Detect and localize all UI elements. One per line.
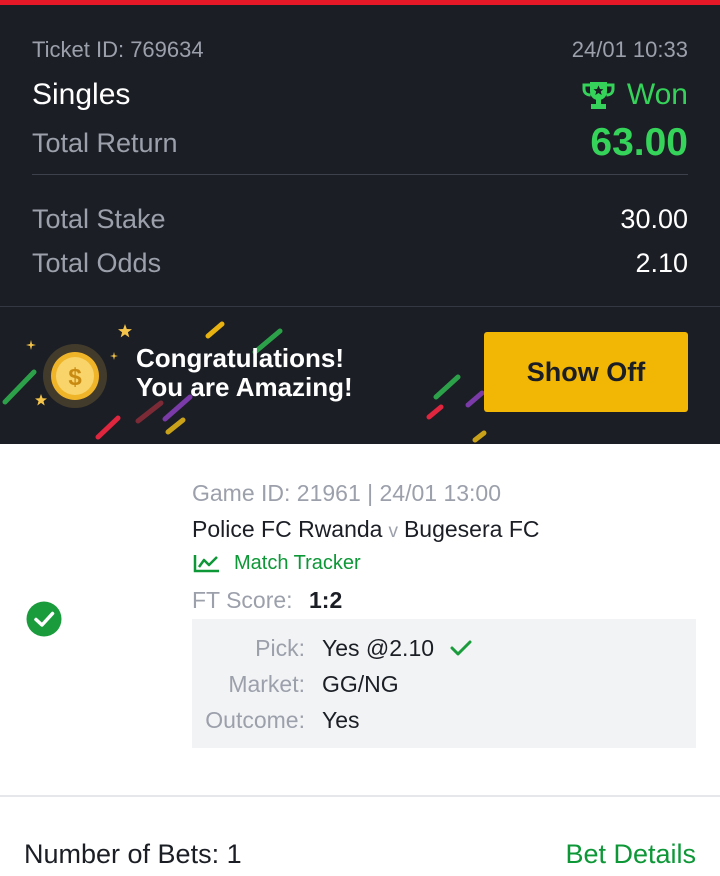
ticket-datetime: 24/01 10:33 <box>571 37 688 62</box>
total-stake-value: 30.00 <box>620 203 688 234</box>
total-odds-label: Total Odds <box>32 247 162 278</box>
pick-row: Pick: Yes @2.10 <box>192 633 696 663</box>
congrats-line-1: Congratulations! <box>136 343 344 373</box>
game-id: Game ID: 21961 | 24/01 13:00 <box>192 480 502 506</box>
ticket-footer: Number of Bets: 1 Bet Details <box>24 836 696 872</box>
chart-line-icon <box>193 555 219 573</box>
sparkle-icon <box>26 340 36 350</box>
market-row: Market: GG/NG <box>192 669 696 699</box>
away-team: Bugesera FC <box>403 516 540 542</box>
total-odds-value: 2.10 <box>635 247 688 278</box>
sparkle-icon <box>110 352 118 360</box>
coin-icon: $ <box>43 344 107 408</box>
ticket-summary-panel: Ticket ID: 769634 24/01 10:33 Singles Wo… <box>0 5 720 444</box>
ft-score-row: FT Score: 1:2 <box>192 587 342 614</box>
checkmark-icon <box>450 640 472 656</box>
trophy-icon <box>582 82 615 109</box>
star-icon <box>118 324 132 338</box>
match-tracker-link[interactable]: Match Tracker <box>193 552 361 575</box>
total-odds-row: Total Odds 2.10 <box>32 245 688 281</box>
ft-score-label: FT Score: <box>192 587 293 613</box>
congrats-message: Congratulations! You are Amazing! <box>136 344 353 402</box>
outcome-row: Outcome: Yes <box>192 705 696 735</box>
home-team: Police FC Rwanda <box>192 516 383 542</box>
ft-score-value: 1:2 <box>309 587 343 613</box>
show-off-button[interactable]: Show Off <box>484 332 688 412</box>
divider <box>0 795 720 797</box>
market-label: Market: <box>228 670 305 697</box>
match-teams: Police FC Rwanda v Bugesera FC <box>192 516 539 543</box>
number-of-bets: Number of Bets: 1 <box>24 838 242 869</box>
congrats-line-2: You are Amazing! <box>136 372 353 402</box>
total-stake-row: Total Stake 30.00 <box>32 201 688 237</box>
check-circle-icon <box>26 601 62 637</box>
ticket-id: Ticket ID: 769634 <box>32 37 204 62</box>
match-tracker-label: Match Tracker <box>234 552 361 574</box>
bet-type-title: Singles <box>32 78 131 111</box>
pick-label: Pick: <box>255 634 305 661</box>
congrats-banner: $ Congratulations! You are Amazing! Show… <box>0 307 720 444</box>
divider <box>32 174 688 175</box>
pick-details-box: Pick: Yes @2.10 Market: GG/NG Outcome: Y… <box>192 619 696 748</box>
total-return-label: Total Return <box>32 127 178 158</box>
outcome-value: Yes <box>322 706 360 733</box>
market-value: GG/NG <box>322 670 399 697</box>
status-text: Won <box>626 78 688 111</box>
status-badge: Won <box>582 78 688 112</box>
pick-value: Yes @2.10 <box>322 634 435 661</box>
ticket-header-row: Ticket ID: 769634 24/01 10:33 <box>32 35 688 65</box>
ticket-type-row: Singles Won <box>32 75 688 115</box>
total-return-row: Total Return 63.00 <box>32 121 688 165</box>
vs-separator: v <box>388 521 398 542</box>
total-stake-label: Total Stake <box>32 203 166 234</box>
outcome-label: Outcome: <box>205 706 305 733</box>
pick-value-wrap: Yes @2.10 <box>322 635 472 662</box>
svg-text:$: $ <box>68 364 82 391</box>
bet-details-link[interactable]: Bet Details <box>565 839 696 870</box>
total-return-value: 63.00 <box>590 121 688 164</box>
